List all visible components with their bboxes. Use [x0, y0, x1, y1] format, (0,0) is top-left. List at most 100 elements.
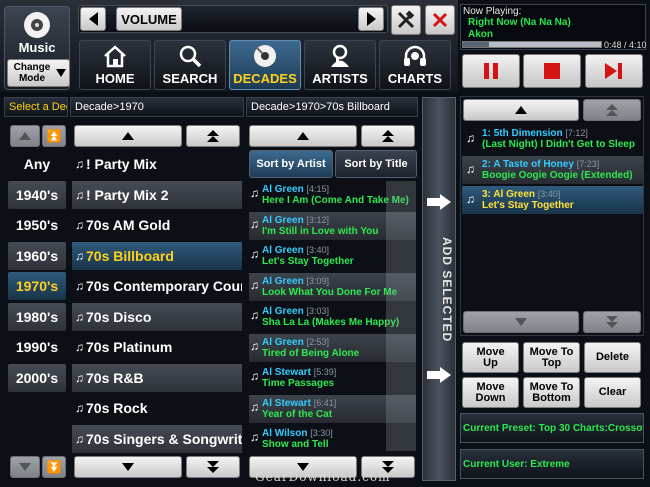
playback-time: 0:48 / 4:10 [604, 40, 647, 50]
playlist-scroll-bottom-button[interactable] [583, 311, 641, 333]
category-label: 70s Disco [86, 308, 152, 325]
song-scrollbar[interactable] [386, 181, 416, 451]
tools-icon [397, 10, 415, 29]
song-scroll-top-button[interactable] [361, 125, 415, 147]
playlist-item[interactable]: ♫ 2: A Taste of Honey [7:23] Boogie Oogie … [462, 155, 643, 184]
stop-button[interactable] [523, 54, 581, 88]
breadcrumb-decades: Select a Decade [4, 97, 68, 117]
music-note-icon: ♫ [75, 431, 84, 446]
category-item[interactable]: ♫ 70s AM Gold [72, 211, 242, 239]
tab-home[interactable]: HOME [79, 40, 151, 90]
music-note-icon: ♫ [75, 309, 84, 324]
decade-item[interactable]: 1950's [8, 211, 66, 239]
category-item[interactable]: ♫70s Singers & Songwriters [72, 424, 242, 453]
arrow-left-icon [88, 12, 98, 26]
playlist-scroll-down-button[interactable] [463, 311, 579, 333]
song-scroll-up-button[interactable] [249, 125, 357, 147]
decade-scroll-up-button[interactable] [10, 125, 40, 147]
playlist-scroll-top-button[interactable] [583, 99, 641, 121]
pause-button[interactable] [462, 54, 520, 88]
volume-down-button[interactable] [80, 7, 106, 31]
volume-slider-handle[interactable]: VOLUME [116, 7, 182, 31]
decade-item[interactable]: Any [8, 150, 66, 178]
song-artist: Al Green [262, 306, 304, 317]
watermark: GearDownload.com [255, 470, 391, 484]
music-note-icon: ♫ [250, 399, 259, 414]
volume-up-button[interactable] [358, 7, 384, 31]
decade-item[interactable]: 1960's [8, 241, 66, 270]
playlist-title: Boogie Oogie Oogie (Extended) [482, 169, 633, 181]
move-down-label: Move Down [475, 380, 506, 404]
category-scroll-top-button[interactable] [186, 125, 240, 147]
music-note-icon: ♫ [466, 192, 475, 206]
song-duration: [3:40] [306, 245, 329, 255]
next-button[interactable] [585, 54, 643, 88]
song-duration: [6:41] [313, 397, 337, 408]
close-button[interactable] [425, 5, 455, 35]
decade-scroll-top-button[interactable]: ⏫ [42, 125, 66, 147]
sort-by-artist-button[interactable]: Sort by Artist [249, 150, 333, 178]
tab-charts-label: CHARTS [387, 71, 443, 86]
decade-label: 1970's [15, 278, 59, 294]
category-label: 70s Billboard [86, 247, 174, 264]
decade-item[interactable]: 1980's [8, 302, 66, 331]
playlist-item[interactable]: ♫ 3: Al Green [3:40] Let's Stay Together [462, 186, 643, 214]
category-label: ! Party Mix [86, 156, 157, 172]
category-item[interactable]: ♫! Party Mix [72, 150, 242, 178]
playlist-item[interactable]: ♫ 1: 5th Dimension [7:12] (Last Night) I D… [462, 125, 643, 153]
music-note-icon: ♫ [75, 248, 84, 263]
song-duration: [3:30] [310, 428, 333, 438]
delete-button[interactable]: Delete [584, 342, 641, 373]
category-item[interactable]: ♫70s Contemporary Country [72, 272, 242, 300]
category-item[interactable]: ♫ 70s R&B [72, 363, 242, 392]
move-to-bottom-button[interactable]: Move To Bottom [523, 377, 580, 408]
playlist-title: Let's Stay Together [482, 200, 574, 211]
playlist-artist: A Taste of Honey [493, 158, 574, 170]
move-down-button[interactable]: Move Down [462, 377, 519, 408]
artist-icon [331, 44, 349, 67]
music-note-icon: ♫ [250, 338, 259, 353]
arrow-up-icon [122, 132, 134, 140]
decade-item[interactable]: 1940's [8, 180, 66, 209]
category-item[interactable]: ♫ 70s Rock [72, 394, 242, 422]
playlist-duration: [7:12] [565, 128, 588, 138]
decade-item[interactable]: 1990's [8, 333, 66, 361]
music-note-icon: ♫ [75, 218, 84, 232]
tab-charts[interactable]: CHARTS [379, 40, 451, 90]
move-up-button[interactable]: Move Up [462, 342, 519, 373]
add-selected-label: ADD SELECTED [440, 237, 454, 343]
decade-scroll-down-button[interactable] [10, 456, 40, 478]
category-item[interactable]: ♫ 70s Disco [72, 302, 242, 331]
decade-item[interactable]: 1970's [8, 272, 66, 300]
decade-scroll-bottom-button[interactable]: ⏬ [42, 456, 66, 478]
clear-button[interactable]: Clear [584, 377, 641, 408]
category-item[interactable]: ♫ 70s Platinum [72, 333, 242, 361]
playback-progress[interactable] [462, 41, 602, 48]
change-mode-button[interactable]: Change Mode [7, 59, 70, 87]
decade-item[interactable]: 2000's [8, 363, 66, 392]
tab-artists[interactable]: ARTISTS [304, 40, 376, 90]
category-scroll-bottom-button[interactable] [186, 456, 240, 478]
tools-button[interactable] [391, 5, 421, 35]
category-item[interactable]: ♫! Party Mix 2 [72, 180, 242, 209]
playlist-scroll-up-button[interactable] [463, 99, 579, 121]
playback-progress-fill [463, 42, 490, 47]
tab-search-label: SEARCH [162, 71, 218, 86]
playlist-number: 2: [482, 158, 491, 170]
search-icon [179, 45, 202, 68]
arrow-right-icon [427, 194, 451, 210]
decade-label: 2000's [15, 369, 59, 386]
category-item[interactable]: ♫ 70s Billboard [72, 241, 242, 270]
music-note-icon: ♫ [250, 277, 259, 292]
category-label: 70s Platinum [86, 339, 173, 355]
move-to-top-button[interactable]: Move To Top [523, 342, 580, 373]
tab-decades[interactable]: DECADES [229, 40, 301, 90]
breadcrumb-songs: Decade>1970>70s Billboard [246, 97, 418, 117]
song-duration: [3:09] [306, 275, 329, 286]
category-scroll-down-button[interactable] [74, 456, 182, 478]
tab-search[interactable]: SEARCH [154, 40, 226, 90]
double-arrow-down-icon [207, 461, 219, 473]
playlist-duration: [3:40] [537, 189, 561, 199]
sort-by-title-button[interactable]: Sort by Title [335, 150, 417, 178]
category-scroll-up-button[interactable] [74, 125, 182, 147]
